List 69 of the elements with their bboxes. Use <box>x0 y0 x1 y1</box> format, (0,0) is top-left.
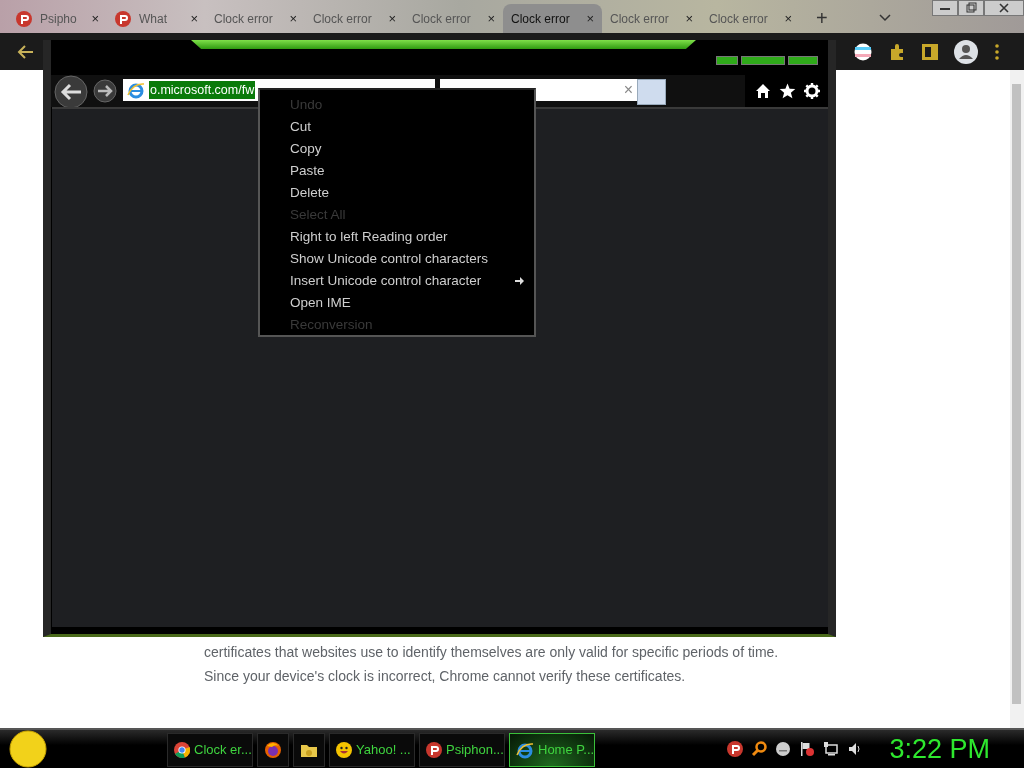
status-segment <box>716 56 738 65</box>
flag-icon[interactable] <box>854 42 872 61</box>
start-button[interactable] <box>9 730 47 768</box>
close-icon[interactable]: × <box>91 12 99 25</box>
forward-button[interactable] <box>93 79 117 103</box>
close-button[interactable] <box>984 0 1024 16</box>
browser-tab[interactable]: Clock error × <box>305 4 404 33</box>
folder-icon <box>300 742 318 758</box>
settings-icon[interactable] <box>804 83 820 99</box>
menu-item[interactable]: Open IME <box>260 292 534 314</box>
submenu-arrow-icon <box>515 277 524 285</box>
side-panel-icon[interactable] <box>922 42 938 61</box>
back-button[interactable] <box>53 75 89 109</box>
close-icon[interactable]: × <box>487 12 495 25</box>
menu-item[interactable]: Insert Unicode control character <box>260 270 534 292</box>
clock[interactable]: 3:22 PM <box>889 735 990 763</box>
taskbar-button[interactable]: Psiphon... <box>419 733 505 767</box>
magnifier-icon[interactable] <box>751 741 768 757</box>
menu-item[interactable]: Copy <box>260 138 534 160</box>
menu-item[interactable]: Delete <box>260 182 534 204</box>
star-icon[interactable] <box>779 83 796 99</box>
browser-e-icon <box>127 81 145 99</box>
menu-item[interactable]: Cut <box>260 116 534 138</box>
chrome-icon <box>174 742 190 758</box>
extensions-icon[interactable] <box>888 42 906 61</box>
close-icon[interactable]: × <box>784 12 792 25</box>
close-icon[interactable]: × <box>289 12 297 25</box>
browser-tab[interactable]: Clock error × <box>602 4 701 33</box>
browser-tab[interactable]: Clock error × <box>701 4 800 33</box>
browser-tab[interactable]: Clock error × <box>404 4 503 33</box>
avatar-icon[interactable] <box>954 39 978 64</box>
browser-tab[interactable]: Clock error × <box>503 4 602 33</box>
menu-item[interactable]: Right to left Reading order <box>260 226 534 248</box>
menu-item[interactable]: Show Unicode control characters <box>260 248 534 270</box>
browser-tab[interactable]: Psipho × <box>8 4 107 33</box>
flag-icon[interactable] <box>799 741 816 757</box>
close-icon[interactable]: × <box>586 12 594 25</box>
firefox-icon <box>264 741 282 759</box>
browser-e-icon <box>516 741 534 759</box>
scrollbar[interactable] <box>1010 70 1024 728</box>
taskbar-button[interactable]: Home P... <box>509 733 595 767</box>
new-tab-button[interactable]: + <box>816 8 828 28</box>
restore-button[interactable] <box>958 0 984 16</box>
taskbar-button[interactable] <box>257 733 289 767</box>
taskbar-button[interactable] <box>293 733 325 767</box>
menu-icon[interactable] <box>994 42 1000 61</box>
close-icon[interactable]: × <box>190 12 198 25</box>
psiphon-icon <box>115 10 131 27</box>
minimize-button[interactable] <box>932 0 958 16</box>
status-segment <box>741 56 785 65</box>
status-segment <box>788 56 818 65</box>
close-icon[interactable]: × <box>388 12 396 25</box>
caret-icon <box>878 12 892 22</box>
taskbar-button[interactable]: Clock er... <box>167 733 253 767</box>
smiley-icon <box>336 742 352 758</box>
close-icon[interactable]: × <box>685 12 693 25</box>
psiphon-icon <box>426 742 442 758</box>
home-icon[interactable] <box>755 83 771 99</box>
browser-tab[interactable]: Clock error × <box>206 4 305 33</box>
paragraph: certificates that websites use to identify themselves are only valid for specific periods of time. Since your device's clock is incorrect, Chrome cannot verify these certificates. <box>204 643 780 686</box>
menu-item[interactable]: Paste <box>260 160 534 182</box>
psiphon-icon <box>727 741 744 757</box>
back-icon[interactable] <box>16 43 34 60</box>
status-icon[interactable] <box>775 741 792 757</box>
network-icon[interactable] <box>823 741 840 757</box>
taskbar-button[interactable]: Yahoo! ... <box>329 733 415 767</box>
psiphon-icon <box>16 10 32 27</box>
clear-icon[interactable]: × <box>623 82 633 98</box>
browser-tab[interactable]: What × <box>107 4 206 33</box>
